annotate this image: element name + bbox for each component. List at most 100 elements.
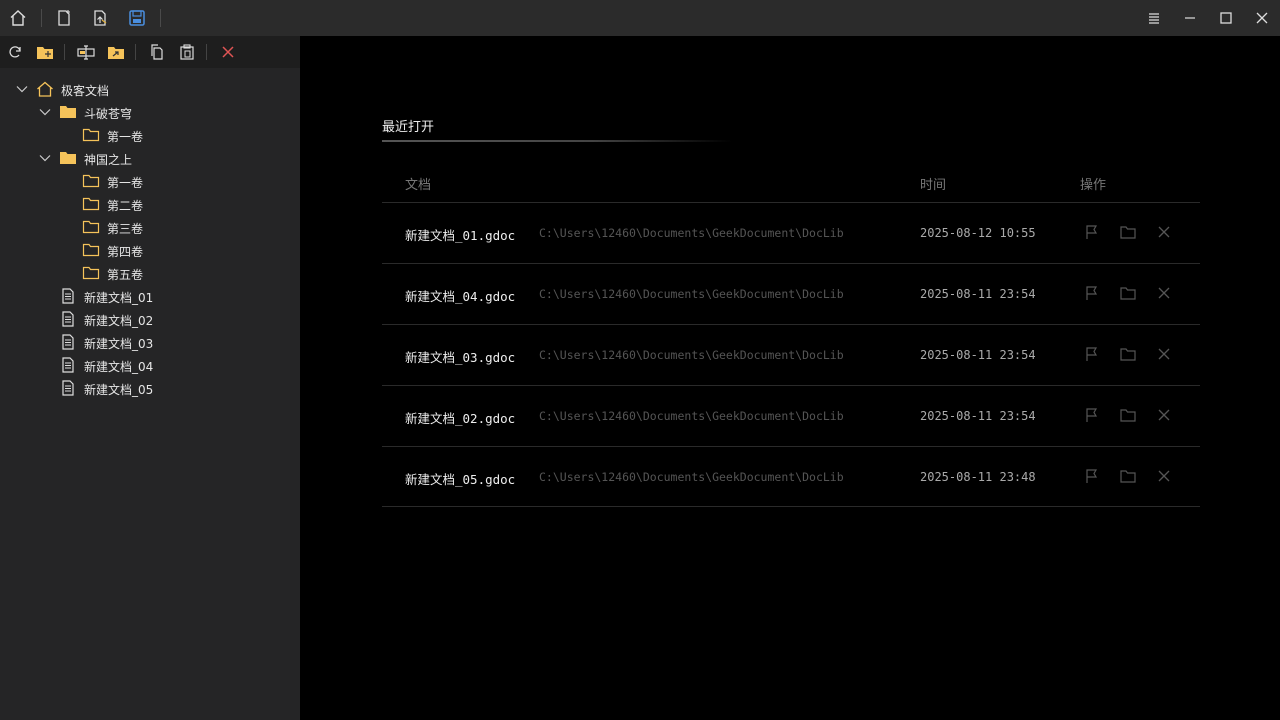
tree-document[interactable]: 新建文档_04: [0, 354, 300, 377]
copy-icon[interactable]: [146, 41, 168, 63]
doc-path: C:\Users\12460\Documents\GeekDocument\Do…: [539, 348, 844, 362]
export-document-icon[interactable]: [88, 6, 112, 30]
recent-row[interactable]: 新建文档_02.gdoc C:\Users\12460\Documents\Ge…: [382, 385, 1200, 446]
flag-icon[interactable]: [1084, 407, 1100, 423]
tree-document[interactable]: 新建文档_01: [0, 285, 300, 308]
remove-icon[interactable]: [1156, 407, 1172, 423]
doc-path: C:\Users\12460\Documents\GeekDocument\Do…: [539, 470, 844, 484]
flag-icon[interactable]: [1084, 285, 1100, 301]
doc-name[interactable]: 新建文档_02.gdoc: [405, 408, 515, 427]
folder-icon: [60, 106, 76, 118]
tree-folder[interactable]: 斗破苍穹: [0, 101, 300, 124]
doc-time: 2025-08-11 23:54: [920, 348, 1036, 362]
flag-icon[interactable]: [1084, 224, 1100, 240]
open-folder-icon[interactable]: [1120, 285, 1136, 301]
remove-icon[interactable]: [1156, 346, 1172, 362]
tree-item-label: 第三卷: [107, 222, 144, 236]
column-header-action: 操作: [1080, 178, 1107, 193]
save-icon[interactable]: [125, 6, 149, 30]
tree-subfolder[interactable]: 第四卷: [0, 239, 300, 262]
tree-item-label: 第五卷: [107, 268, 144, 282]
refresh-icon[interactable]: [4, 41, 26, 63]
new-folder-icon[interactable]: [34, 41, 56, 63]
doc-time: 2025-08-11 23:54: [920, 409, 1036, 423]
divider: [41, 9, 42, 27]
chevron-down-icon[interactable]: [39, 106, 51, 118]
column-header-doc: 文档: [405, 178, 432, 193]
close-icon[interactable]: [1250, 6, 1274, 30]
delete-icon[interactable]: [217, 41, 239, 63]
section-title: 最近打开: [382, 120, 435, 135]
doc-time: 2025-08-12 10:55: [920, 226, 1036, 240]
doc-name[interactable]: 新建文档_03.gdoc: [405, 347, 515, 366]
home-icon: [37, 81, 53, 97]
recent-row[interactable]: 新建文档_05.gdoc C:\Users\12460\Documents\Ge…: [382, 446, 1200, 507]
tree-subfolder[interactable]: 第二卷: [0, 193, 300, 216]
sidebar-toolbar: [0, 36, 300, 68]
folder-outline-icon: [82, 220, 100, 234]
paste-icon[interactable]: [176, 41, 198, 63]
minimize-icon[interactable]: [1178, 6, 1202, 30]
tree-item-root[interactable]: 极客文档: [0, 78, 300, 101]
doc-time: 2025-08-11 23:54: [920, 287, 1036, 301]
divider: [206, 44, 207, 60]
tree-item-label: 第一卷: [107, 176, 144, 190]
move-folder-icon[interactable]: [105, 41, 127, 63]
tree-item-label: 神国之上: [84, 153, 133, 167]
doc-path: C:\Users\12460\Documents\GeekDocument\Do…: [539, 409, 844, 423]
tree-item-label: 第二卷: [107, 199, 144, 213]
chevron-down-icon[interactable]: [16, 83, 28, 95]
tree-item-label: 新建文档_05: [84, 383, 154, 397]
open-folder-icon[interactable]: [1120, 407, 1136, 423]
section-underline: [382, 140, 732, 142]
chevron-down-icon[interactable]: [39, 152, 51, 164]
doc-time: 2025-08-11 23:48: [920, 470, 1036, 484]
tree-document[interactable]: 新建文档_05: [0, 377, 300, 400]
doc-path: C:\Users\12460\Documents\GeekDocument\Do…: [539, 287, 844, 301]
recent-row[interactable]: 新建文档_04.gdoc C:\Users\12460\Documents\Ge…: [382, 263, 1200, 324]
flag-icon[interactable]: [1084, 346, 1100, 362]
doc-name[interactable]: 新建文档_05.gdoc: [405, 469, 515, 488]
open-folder-icon[interactable]: [1120, 224, 1136, 240]
open-folder-icon[interactable]: [1120, 346, 1136, 362]
home-icon[interactable]: [6, 6, 30, 30]
tree-folder[interactable]: 神国之上: [0, 147, 300, 170]
folder-outline-icon: [82, 128, 100, 142]
tree-document[interactable]: 新建文档_03: [0, 331, 300, 354]
tree-item-label: 新建文档_04: [84, 360, 154, 374]
document-icon: [62, 288, 74, 304]
tree-subfolder[interactable]: 第一卷: [0, 124, 300, 147]
tree-item-label: 新建文档_03: [84, 337, 154, 351]
folder-outline-icon: [82, 266, 100, 280]
remove-icon[interactable]: [1156, 285, 1172, 301]
new-document-icon[interactable]: [52, 6, 76, 30]
tree-item-label: 第一卷: [107, 130, 144, 144]
tree-item-label: 新建文档_01: [84, 291, 154, 305]
doc-name[interactable]: 新建文档_04.gdoc: [405, 286, 515, 305]
tree-subfolder[interactable]: 第三卷: [0, 216, 300, 239]
tree-item-label: 斗破苍穹: [84, 107, 133, 121]
maximize-icon[interactable]: [1214, 6, 1238, 30]
rename-icon[interactable]: [75, 41, 97, 63]
remove-icon[interactable]: [1156, 468, 1172, 484]
document-icon: [62, 380, 74, 396]
folder-outline-icon: [82, 174, 100, 188]
document-icon: [62, 357, 74, 373]
flag-icon[interactable]: [1084, 468, 1100, 484]
tree-item-label: 第四卷: [107, 245, 144, 259]
menu-icon[interactable]: [1142, 6, 1166, 30]
doc-name[interactable]: 新建文档_01.gdoc: [405, 225, 515, 244]
divider: [64, 44, 65, 60]
open-folder-icon[interactable]: [1120, 468, 1136, 484]
title-bar: [0, 0, 1280, 36]
recent-row[interactable]: 新建文档_03.gdoc C:\Users\12460\Documents\Ge…: [382, 324, 1200, 385]
doc-path: C:\Users\12460\Documents\GeekDocument\Do…: [539, 226, 844, 240]
tree-subfolder[interactable]: 第五卷: [0, 262, 300, 285]
recent-row[interactable]: 新建文档_01.gdoc C:\Users\12460\Documents\Ge…: [382, 202, 1200, 263]
divider: [135, 44, 136, 60]
tree-subfolder[interactable]: 第一卷: [0, 170, 300, 193]
remove-icon[interactable]: [1156, 224, 1172, 240]
document-icon: [62, 311, 74, 327]
tree-document[interactable]: 新建文档_02: [0, 308, 300, 331]
folder-icon: [60, 152, 76, 164]
